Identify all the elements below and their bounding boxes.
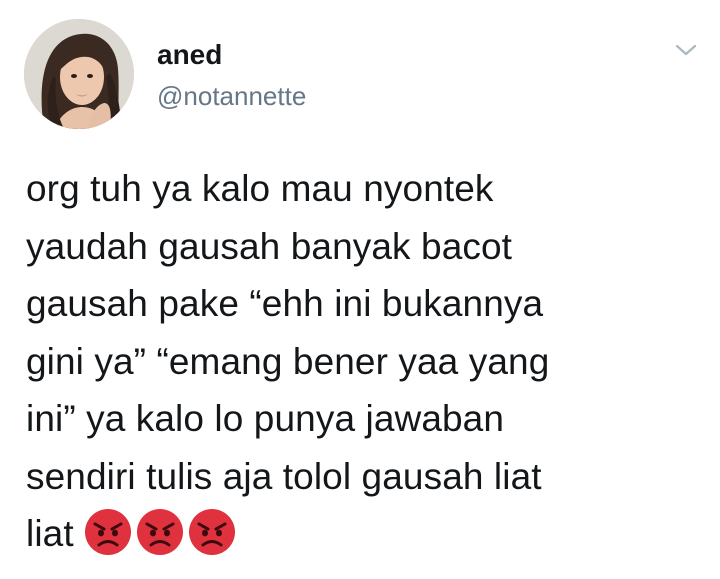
user-handle[interactable]: @notannette	[157, 80, 306, 112]
angry-face-emoji	[188, 509, 235, 556]
tweet-line: sendiri tulis aja tolol gausah liat	[26, 455, 542, 497]
display-name[interactable]: aned	[157, 38, 222, 72]
tweet-line: org tuh ya kalo mau nyontek	[26, 168, 494, 209]
angry-face-emoji	[136, 509, 183, 556]
angry-face-emoji	[84, 509, 131, 556]
avatar[interactable]	[24, 19, 134, 129]
tweet-text: org tuh ya kalo mau nyontek yaudah gausa…	[26, 160, 706, 563]
tweet-line: liat	[26, 513, 74, 554]
tweet-last-line: liat	[26, 505, 706, 563]
tweet-card: aned @notannette org tuh ya kalo mau nyo…	[0, 0, 720, 579]
tweet-line: ini” ya kalo lo punya jawaban	[26, 398, 505, 439]
chevron-down-icon[interactable]	[672, 38, 700, 62]
tweet-line: gini ya” “emang bener yaa yang	[26, 340, 550, 382]
emoji-group	[84, 508, 236, 556]
tweet-line: gausah pake “ehh ini bukannya	[26, 283, 544, 324]
avatar-image	[24, 19, 134, 129]
tweet-line: yaudah gausah banyak bacot	[26, 225, 513, 267]
